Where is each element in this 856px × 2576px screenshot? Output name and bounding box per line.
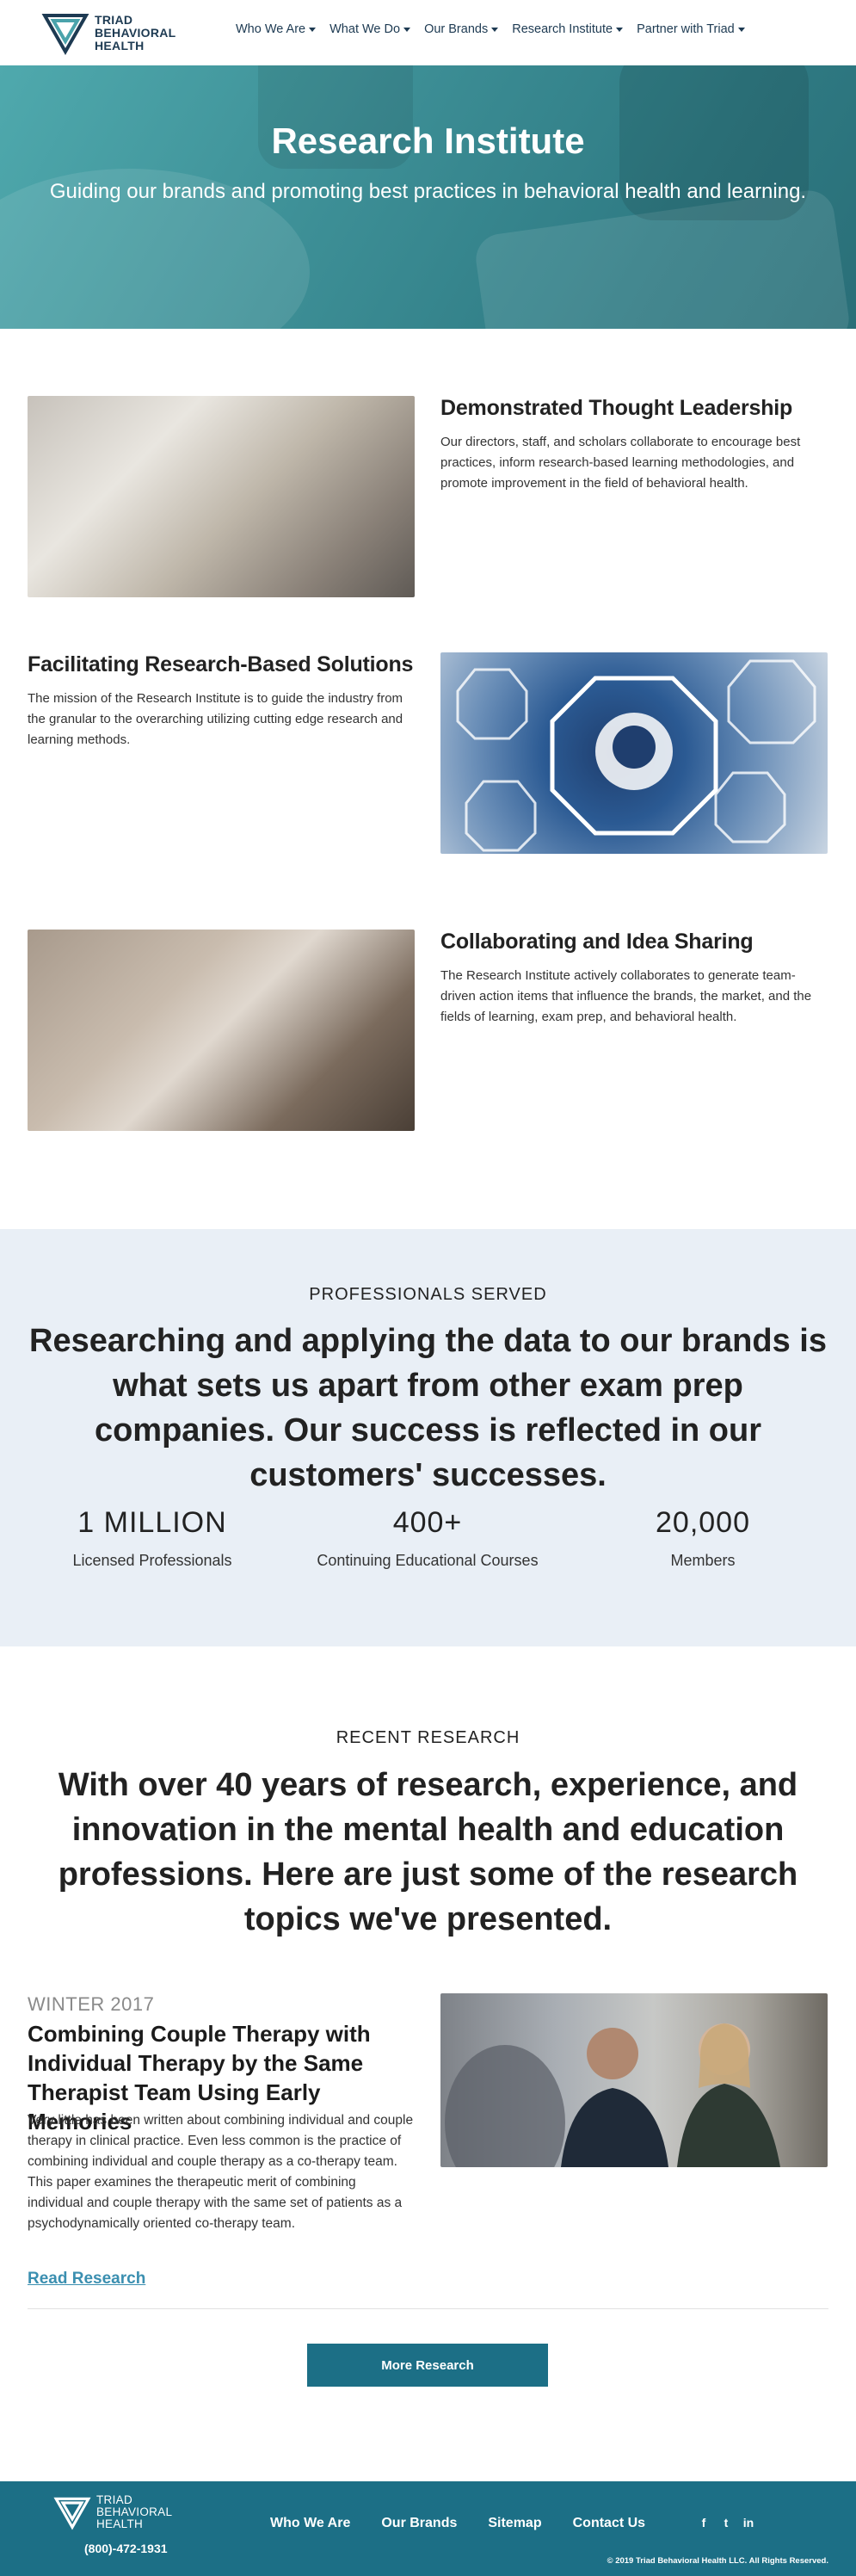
nav-label: What We Do: [329, 22, 401, 36]
logo-line: BEHAVIORAL: [96, 2505, 173, 2518]
site-footer: TRIAD BEHAVIORAL HEALTH (800)-472-1931 W…: [0, 2481, 856, 2576]
nav-partner-with-triad[interactable]: Partner with Triad: [630, 22, 752, 36]
research-summary: Very little has been written about combi…: [28, 2113, 414, 2231]
nav-label: Research Institute: [512, 22, 613, 36]
twitter-icon[interactable]: t: [719, 2516, 733, 2530]
stat-number: 1 MILLION: [77, 1506, 227, 1539]
feature-title: Facilitating Research-Based Solutions: [28, 652, 414, 676]
logo-text: TRIAD BEHAVIORAL HEALTH: [96, 2494, 172, 2530]
copyright-text: © 2019 Triad Behavioral Health LLC. All …: [607, 2556, 828, 2566]
stat-number: 400+: [392, 1506, 463, 1539]
hero-title: Research Institute: [271, 120, 585, 161]
caret-down-icon: [737, 27, 745, 32]
professionals-served-section: PROFESSIONALS SERVED Researching and app…: [0, 1229, 856, 1646]
brain-icons-graphic: [456, 659, 816, 852]
site-logo[interactable]: TRIAD BEHAVIORAL HEALTH: [41, 9, 205, 57]
logo-text: TRIAD BEHAVIORAL HEALTH: [95, 12, 176, 53]
collaboration-photo-image: [28, 930, 415, 1131]
section-headline: Researching and applying the data to our…: [29, 1323, 827, 1493]
caret-down-icon: [403, 27, 411, 32]
logo-line: HEALTH: [95, 38, 145, 53]
logo-line: TRIAD: [95, 12, 133, 27]
feature-text: The mission of the Research Institute is…: [28, 691, 403, 747]
footer-link-sitemap[interactable]: Sitemap: [488, 2516, 541, 2531]
meeting-photo-image: [28, 396, 415, 597]
nav-label: Who We Are: [236, 22, 306, 36]
nav-research-institute[interactable]: Research Institute: [505, 22, 630, 36]
nav-label: Partner with Triad: [637, 22, 735, 36]
stat-item: 1 MILLION Licensed Professionals: [23, 1506, 281, 1570]
stat-label: Licensed Professionals: [72, 1552, 232, 1569]
triad-logo-icon: [41, 14, 89, 56]
caret-down-icon: [616, 27, 624, 32]
footer-phone[interactable]: (800)-472-1931: [84, 2542, 168, 2555]
footer-link-contact-us[interactable]: Contact Us: [573, 2516, 645, 2531]
main-nav: Who We Are What We Do Our Brands Researc…: [229, 22, 752, 36]
section-eyebrow: RECENT RESEARCH: [336, 1728, 520, 1747]
nav-label: Our Brands: [424, 22, 489, 36]
section-divider: [28, 2308, 828, 2309]
logo-line: BEHAVIORAL: [95, 25, 176, 40]
footer-logo[interactable]: TRIAD BEHAVIORAL HEALTH: [53, 2493, 172, 2531]
feature-text: The Research Institute actively collabor…: [440, 968, 812, 1024]
hero-banner: Research Institute Guiding our brands an…: [0, 65, 856, 329]
caret-down-icon: [309, 27, 317, 32]
couple-therapy-image: [440, 1993, 828, 2167]
stat-label: Members: [670, 1552, 736, 1569]
stat-item: 400+ Continuing Educational Courses: [299, 1506, 557, 1570]
nav-who-we-are[interactable]: Who We Are: [229, 22, 323, 36]
caret-down-icon: [491, 27, 499, 32]
triad-logo-icon: [53, 2497, 91, 2530]
footer-link-our-brands[interactable]: Our Brands: [381, 2516, 457, 2531]
site-header: TRIAD BEHAVIORAL HEALTH Who We Are What …: [0, 0, 856, 65]
social-links: f t in: [697, 2516, 755, 2530]
linkedin-icon[interactable]: in: [742, 2516, 755, 2530]
stat-number: 20,000: [656, 1506, 750, 1539]
nav-what-we-do[interactable]: What We Do: [323, 22, 417, 36]
research-season: WINTER 2017: [28, 1993, 155, 2015]
feature-title: Demonstrated Thought Leadership: [440, 396, 793, 420]
facebook-icon[interactable]: f: [697, 2516, 711, 2530]
stat-label: Continuing Educational Courses: [317, 1552, 539, 1569]
couple-silhouette-graphic: [445, 2023, 780, 2167]
feature-title: Collaborating and Idea Sharing: [440, 930, 754, 954]
nav-our-brands[interactable]: Our Brands: [417, 22, 505, 36]
footer-nav: Who We Are Our Brands Sitemap Contact Us: [270, 2516, 645, 2531]
section-eyebrow: PROFESSIONALS SERVED: [309, 1285, 547, 1304]
stat-item: 20,000 Members: [574, 1506, 832, 1570]
digital-brain-image: [440, 652, 828, 854]
more-research-button[interactable]: More Research: [307, 2344, 548, 2387]
read-research-link[interactable]: Read Research: [28, 2270, 145, 2289]
hero-subtitle: Guiding our brands and promoting best pr…: [49, 180, 807, 203]
footer-link-who-we-are[interactable]: Who We Are: [270, 2516, 350, 2531]
logo-line: HEALTH: [96, 2517, 144, 2530]
feature-text: Our directors, staff, and scholars colla…: [440, 435, 801, 491]
logo-line: TRIAD: [96, 2493, 132, 2506]
section-headline: With over 40 years of research, experien…: [58, 1767, 798, 1937]
